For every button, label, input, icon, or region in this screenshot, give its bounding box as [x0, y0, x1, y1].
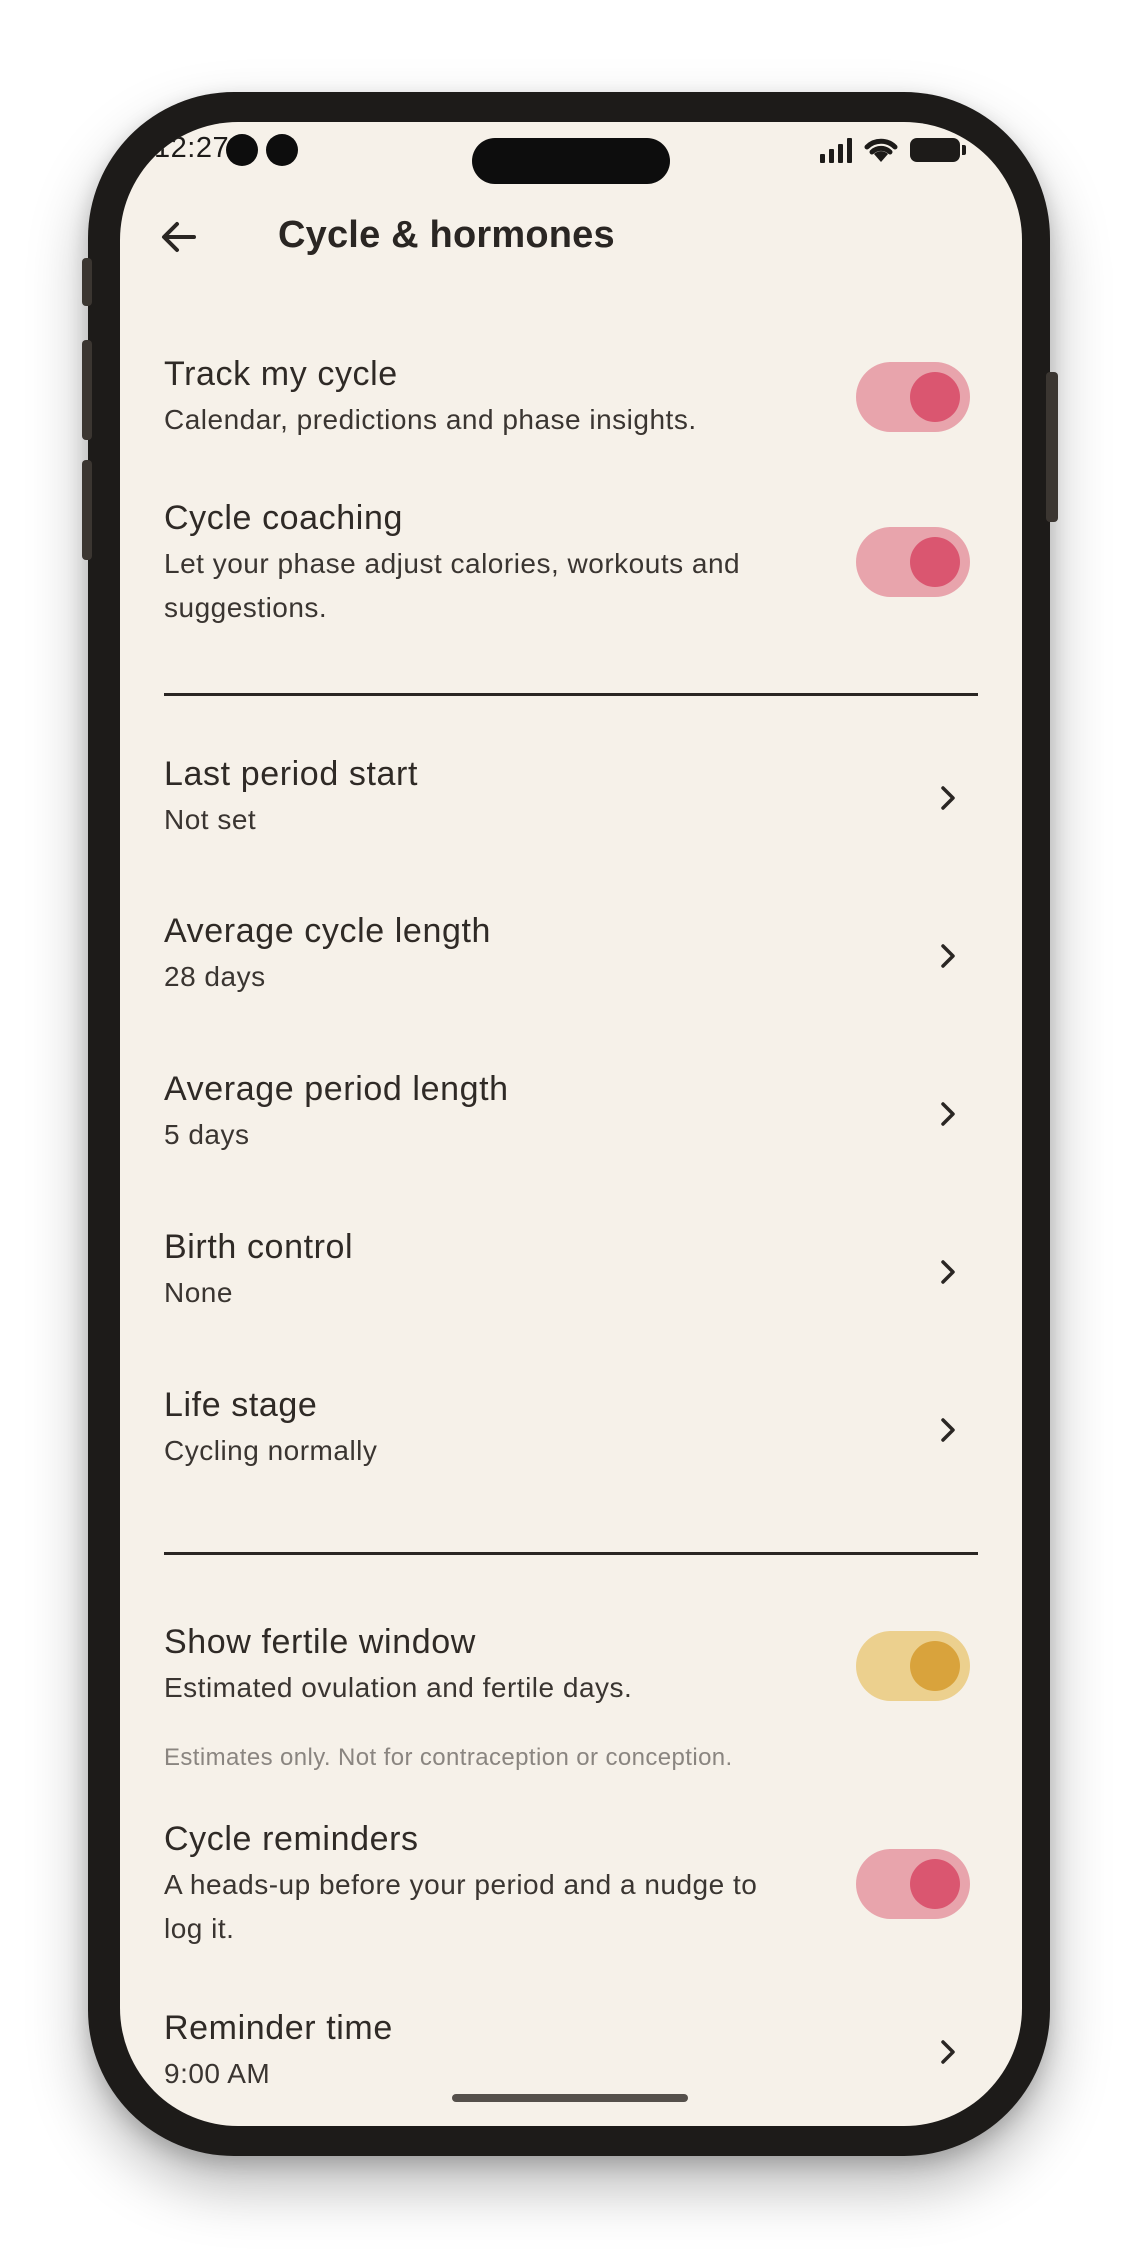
setting-value: Cycling normally — [164, 1435, 378, 1466]
setting-value: 5 days — [164, 1119, 250, 1150]
fertile-window-toggle[interactable] — [856, 1631, 970, 1701]
home-indicator[interactable] — [452, 2094, 688, 2102]
page-title: Cycle & hormones — [278, 214, 615, 256]
setting-value: None — [164, 1277, 233, 1308]
setting-value: 9:00 AM — [164, 2058, 271, 2089]
setting-subtitle: Let your phase adjust calories, workouts… — [164, 548, 741, 623]
setting-subtitle: Calendar, predictions and phase insights… — [164, 404, 697, 435]
setting-title: Cycle reminders — [164, 1820, 419, 1858]
setting-avg-cycle-length[interactable]: Average cycle length 28 days — [164, 911, 978, 999]
section-divider — [164, 693, 978, 696]
notification-dot-icon — [226, 134, 258, 166]
cellular-signal-icon — [820, 137, 852, 163]
setting-title: Track my cycle — [164, 355, 398, 393]
setting-birth-control[interactable]: Birth control None — [164, 1227, 978, 1315]
fertile-window-disclaimer: Estimates only. Not for contraception or… — [164, 1744, 733, 1771]
page: 12:27 Cycle & hormones Track my cycle Ca… — [0, 0, 1140, 2263]
chevron-right-icon[interactable] — [928, 1252, 968, 1292]
status-icons — [820, 134, 966, 166]
setting-title: Average cycle length — [164, 912, 492, 950]
setting-title: Last period start — [164, 755, 418, 793]
setting-title: Cycle coaching — [164, 499, 403, 537]
setting-last-period-start[interactable]: Last period start Not set — [164, 754, 978, 842]
notification-dot-icon — [266, 134, 298, 166]
camera-notch — [472, 138, 670, 184]
setting-title: Show fertile window — [164, 1623, 476, 1661]
section-divider — [164, 1552, 978, 1555]
power-button — [1046, 372, 1058, 522]
setting-subtitle: A heads-up before your period and a nudg… — [164, 1869, 758, 1944]
status-time: 12:27 — [154, 132, 230, 164]
battery-icon — [910, 138, 966, 162]
wifi-icon — [864, 138, 898, 162]
volume-down-button — [82, 460, 92, 560]
setting-title: Average period length — [164, 1070, 509, 1108]
setting-value: Not set — [164, 804, 257, 835]
track-cycle-toggle[interactable] — [856, 362, 970, 432]
setting-value: 28 days — [164, 961, 266, 992]
screen: 12:27 Cycle & hormones Track my cycle Ca… — [120, 122, 1022, 2126]
chevron-right-icon[interactable] — [928, 778, 968, 818]
setting-avg-period-length[interactable]: Average period length 5 days — [164, 1069, 978, 1157]
cycle-reminders-toggle[interactable] — [856, 1849, 970, 1919]
mute-switch — [82, 258, 92, 306]
setting-title: Reminder time — [164, 2009, 393, 2047]
volume-up-button — [82, 340, 92, 440]
chevron-right-icon[interactable] — [928, 936, 968, 976]
setting-subtitle: Estimated ovulation and fertile days. — [164, 1672, 633, 1703]
setting-reminder-time[interactable]: Reminder time 9:00 AM — [164, 2008, 978, 2096]
setting-title: Life stage — [164, 1386, 318, 1424]
cycle-coaching-toggle[interactable] — [856, 527, 970, 597]
setting-title: Birth control — [164, 1228, 354, 1266]
chevron-right-icon[interactable] — [928, 2032, 968, 2072]
chevron-right-icon[interactable] — [928, 1094, 968, 1134]
arrow-left-icon[interactable] — [150, 208, 208, 266]
chevron-right-icon[interactable] — [928, 1410, 968, 1450]
setting-life-stage[interactable]: Life stage Cycling normally — [164, 1385, 978, 1473]
